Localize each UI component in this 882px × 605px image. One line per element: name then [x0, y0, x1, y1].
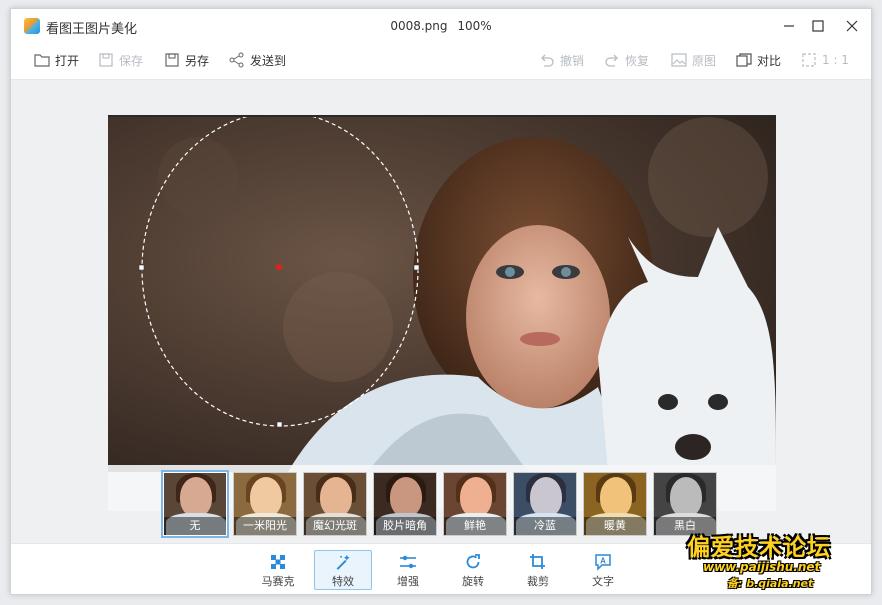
compare-icon [736, 53, 752, 67]
watermark-title: 偏爱技术论坛 [687, 535, 831, 561]
rotate-button[interactable]: 旋转 [444, 550, 502, 590]
original-label: 原图 [692, 53, 717, 68]
crop-icon [530, 554, 545, 569]
undo-icon [541, 54, 554, 67]
enhance-button[interactable]: 增强 [379, 550, 437, 590]
compare-label: 对比 [757, 53, 782, 68]
share-icon [229, 52, 244, 68]
actual-size-button[interactable]: 1 : 1 [800, 49, 849, 71]
filter-thumb[interactable]: 胶片暗角 [373, 472, 437, 536]
watermark-url: www.paijishu.net [703, 560, 821, 574]
open-label: 打开 [55, 53, 80, 68]
text-icon: A [595, 554, 611, 571]
edited-photo[interactable] [108, 117, 776, 472]
thumb-preview-face [180, 477, 212, 517]
save-as-button[interactable]: 另存 [163, 49, 209, 71]
image-canvas[interactable]: 无一米阳光 魔幻光斑 胶片暗角 鲜艳 冷蓝 暖黄 黑白 [11, 80, 871, 543]
image-icon [671, 53, 687, 67]
maximize-icon [812, 20, 824, 32]
maximize-button[interactable] [801, 13, 835, 39]
sliders-icon [400, 555, 416, 569]
open-button[interactable]: 打开 [33, 49, 79, 71]
effects-label: 特效 [332, 575, 354, 588]
crop-button[interactable]: 裁剪 [509, 550, 567, 590]
undo-button[interactable]: 撤销 [538, 49, 584, 71]
thumb-preview-face [390, 477, 422, 517]
file-name: 0008.png [390, 19, 448, 33]
mosaic-label: 马赛克 [261, 575, 295, 588]
filter-label: 无 [164, 517, 226, 535]
fit-icon [802, 53, 816, 67]
filter-label: 魔幻光斑 [304, 517, 366, 535]
effects-button[interactable]: 特效 [314, 550, 372, 590]
filter-thumb[interactable]: 一米阳光 [233, 472, 297, 536]
mosaic-icon [271, 555, 285, 569]
filter-label: 鲜艳 [444, 517, 506, 535]
thumb-preview-face [250, 477, 282, 517]
filter-thumb[interactable]: 无 [161, 470, 229, 538]
filter-thumb[interactable]: 鲜艳 [443, 472, 507, 536]
thumb-preview-face [670, 477, 702, 517]
rotate-label: 旋转 [462, 575, 484, 588]
filter-label: 一米阳光 [234, 517, 296, 535]
rotate-icon [466, 554, 480, 569]
redo-button[interactable]: 恢复 [603, 49, 649, 71]
close-icon [846, 20, 858, 32]
file-title: 0008.png 100% [11, 19, 871, 33]
filter-thumb[interactable]: 黑白 [653, 472, 717, 536]
filter-thumb[interactable]: 暖黄 [583, 472, 647, 536]
thumb-preview-face [530, 477, 562, 517]
thumb-preview-face [600, 477, 632, 517]
title-bar: 看图王图片美化 0008.png 100% [11, 9, 871, 43]
filter-label: 胶片暗角 [374, 517, 436, 535]
filter-label: 暖黄 [584, 517, 646, 535]
toolbar: 打开 保存 另存 发送到 撤销 恢复 原图 对比 1: 1 [11, 45, 871, 75]
filter-label: 冷蓝 [514, 517, 576, 535]
redo-label: 恢复 [625, 53, 650, 68]
app-window: 看图王图片美化 0008.png 100% 打开 保存 另存 发送到 撤销 恢复… [10, 8, 872, 595]
save-button[interactable]: 保存 [97, 49, 143, 71]
text-label: 文字 [592, 575, 614, 588]
text-button[interactable]: A 文字 [574, 550, 632, 590]
send-to-button[interactable]: 发送到 [228, 49, 286, 71]
save-as-icon [165, 53, 179, 67]
thumb-preview-face [320, 477, 352, 517]
photo-content [108, 117, 776, 472]
redo-icon [605, 54, 618, 67]
original-button[interactable]: 原图 [670, 49, 716, 71]
filter-thumbnails: 无一米阳光 魔幻光斑 胶片暗角 鲜艳 冷蓝 暖黄 黑白 [161, 470, 717, 538]
actual-size-label: 1 : 1 [822, 53, 849, 67]
forum-watermark: 偏爱技术论坛 www.paijishu.net 备: b.qiala.net [687, 528, 871, 594]
minimize-icon [784, 25, 794, 27]
save-icon [99, 53, 113, 67]
magic-wand-icon [336, 554, 350, 570]
undo-label: 撤销 [560, 53, 585, 68]
crop-label: 裁剪 [527, 575, 549, 588]
zoom-level: 100% [457, 19, 492, 33]
close-button[interactable] [835, 13, 869, 39]
mosaic-button[interactable]: 马赛克 [249, 550, 307, 590]
save-label: 保存 [119, 53, 144, 68]
save-as-label: 另存 [185, 53, 210, 68]
compare-button[interactable]: 对比 [735, 49, 781, 71]
send-to-label: 发送到 [250, 53, 287, 68]
svg-text:A: A [600, 557, 606, 566]
thumb-preview-face [460, 477, 492, 517]
watermark-backup-url: 备: b.qiala.net [727, 577, 814, 590]
folder-icon [34, 54, 50, 67]
enhance-label: 增强 [397, 575, 419, 588]
filter-thumb[interactable]: 冷蓝 [513, 472, 577, 536]
filter-thumb[interactable]: 魔幻光斑 [303, 472, 367, 536]
